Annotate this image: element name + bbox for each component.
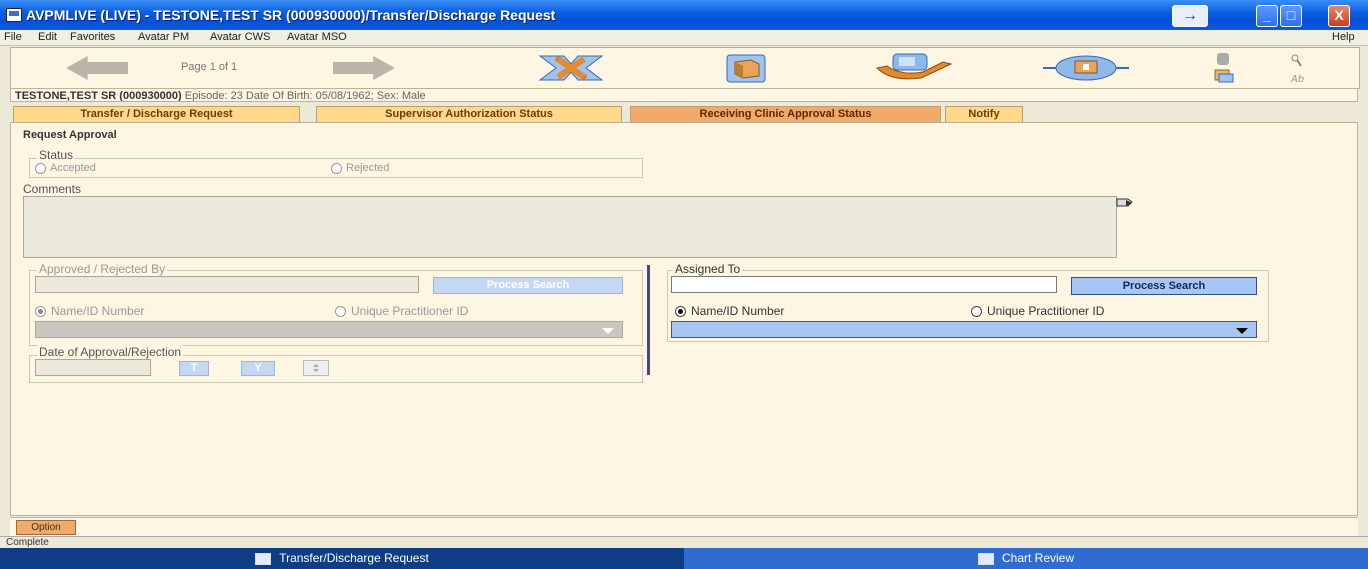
assigned-to-input[interactable]	[671, 276, 1057, 293]
menu-avatar-mso[interactable]: Avatar MSO	[287, 31, 347, 43]
status-rejected-label: Rejected	[346, 162, 390, 174]
form-window-icon	[255, 552, 272, 565]
submit-icon[interactable]	[871, 52, 961, 84]
option-bar: Option	[10, 517, 1358, 536]
assigned-to-name-id-radio[interactable]	[675, 306, 686, 317]
status-bar: Complete	[0, 536, 1368, 548]
chevron-down-icon	[1236, 328, 1248, 334]
close-icon: X	[1334, 7, 1344, 23]
paste-icon[interactable]	[1209, 52, 1239, 84]
comments-textarea[interactable]	[23, 196, 1117, 258]
folder-open-icon[interactable]	[721, 52, 771, 84]
approved-by-process-search-button[interactable]: Process Search	[433, 277, 623, 294]
taskbar: Transfer/Discharge Request Chart Review	[0, 548, 1368, 569]
radio-selected-dot	[38, 309, 43, 314]
approved-by-label: Approved / Rejected By	[37, 262, 168, 276]
menu-bar: File Edit Favorites Avatar PM Avatar CWS…	[0, 30, 1368, 46]
spin-up-icon[interactable]	[313, 364, 319, 367]
assigned-to-upi-label: Unique Practitioner ID	[987, 304, 1105, 318]
assigned-to-dropdown[interactable]	[671, 321, 1257, 338]
next-page-icon[interactable]	[333, 56, 395, 80]
patient-details: Episode: 23 Date Of Birth: 05/08/1962; S…	[181, 90, 426, 102]
status-accepted-label: Accepted	[50, 162, 96, 174]
chevron-down-icon	[602, 328, 614, 334]
option-button[interactable]: Option	[16, 520, 76, 535]
approval-date-label: Date of Approval/Rejection	[37, 345, 184, 359]
approved-by-upi-radio[interactable]	[335, 306, 346, 317]
patient-name: TESTONE,TEST SR (000930000)	[15, 90, 182, 102]
section-title: Request Approval	[23, 129, 117, 141]
app-window-icon	[6, 8, 22, 22]
close-form-icon[interactable]	[536, 52, 606, 84]
menu-avatar-pm[interactable]: Avatar PM	[138, 31, 189, 43]
date-today-button[interactable]: T	[179, 361, 209, 376]
approved-by-upi-label: Unique Practitioner ID	[351, 304, 469, 318]
menu-edit[interactable]: Edit	[38, 31, 57, 43]
form-panel: Request Approval Status Accepted Rejecte…	[10, 122, 1358, 516]
menu-help[interactable]: Help	[1332, 31, 1355, 43]
status-label: Status	[37, 148, 76, 162]
tab-receiving-clinic-approval-status[interactable]: Receiving Clinic Approval Status	[630, 106, 941, 122]
spin-down-icon[interactable]	[313, 369, 319, 372]
patient-banner: TESTONE,TEST SR (000930000) Episode: 23 …	[10, 88, 1358, 102]
maximize-button[interactable]: □	[1280, 5, 1302, 27]
arrow-right-icon[interactable]: →	[1172, 5, 1208, 27]
taskbar-item-chart-review[interactable]: Chart Review	[684, 548, 1368, 569]
approved-by-input[interactable]	[35, 276, 419, 293]
assigned-to-label: Assigned To	[673, 262, 743, 276]
taskbar-item-transfer-discharge-request[interactable]: Transfer/Discharge Request	[0, 548, 684, 569]
svg-text:Ab: Ab	[1290, 74, 1304, 84]
tab-transfer-discharge-request[interactable]: Transfer / Discharge Request	[13, 106, 300, 122]
status-accepted-radio[interactable]	[35, 163, 46, 174]
assigned-to-process-search-button[interactable]: Process Search	[1071, 277, 1257, 295]
menu-favorites[interactable]: Favorites	[70, 31, 115, 43]
window-title: AVPMLIVE (LIVE) - TESTONE,TEST SR (00093…	[26, 7, 556, 23]
taskbar-item-label: Chart Review	[1001, 551, 1075, 565]
approved-by-name-id-radio[interactable]	[35, 306, 46, 317]
tab-supervisor-authorization-status[interactable]: Supervisor Authorization Status	[316, 106, 622, 122]
comments-label: Comments	[23, 182, 82, 196]
maximize-icon: □	[1286, 7, 1296, 23]
taskbar-item-label: Transfer/Discharge Request	[279, 551, 429, 565]
column-divider	[647, 265, 650, 375]
page-info: Page 1 of 1	[181, 61, 238, 73]
tab-notify[interactable]: Notify	[945, 106, 1023, 122]
status-rejected-radio[interactable]	[331, 163, 342, 174]
radio-selected-dot	[678, 309, 683, 314]
previous-page-icon[interactable]	[66, 56, 128, 80]
form-window-icon	[977, 552, 994, 565]
toolbar: Page 1 of 1 Ab	[10, 47, 1360, 89]
approved-by-name-id-label: Name/ID Number	[51, 304, 145, 318]
title-bar: AVPMLIVE (LIVE) - TESTONE,TEST SR (00093…	[0, 0, 1368, 30]
date-yesterday-button[interactable]: Y	[241, 361, 275, 376]
approved-by-dropdown[interactable]	[35, 321, 623, 338]
minimize-button[interactable]: _	[1256, 5, 1278, 27]
menu-file[interactable]: File	[4, 31, 22, 43]
date-spinner[interactable]	[303, 360, 329, 376]
network-lock-icon[interactable]	[1041, 52, 1131, 84]
minimize-icon: _	[1263, 7, 1271, 23]
assigned-to-upi-radio[interactable]	[971, 306, 982, 317]
menu-avatar-cws[interactable]: Avatar CWS	[210, 31, 270, 43]
close-button[interactable]: X	[1328, 5, 1350, 27]
cut-icon[interactable]: Ab	[1285, 52, 1315, 84]
approval-date-input[interactable]	[35, 359, 151, 376]
form-tabs: Transfer / Discharge Request Supervisor …	[10, 106, 1358, 122]
edit-pencil-icon[interactable]	[1116, 197, 1134, 209]
assigned-to-name-id-label: Name/ID Number	[691, 304, 785, 318]
